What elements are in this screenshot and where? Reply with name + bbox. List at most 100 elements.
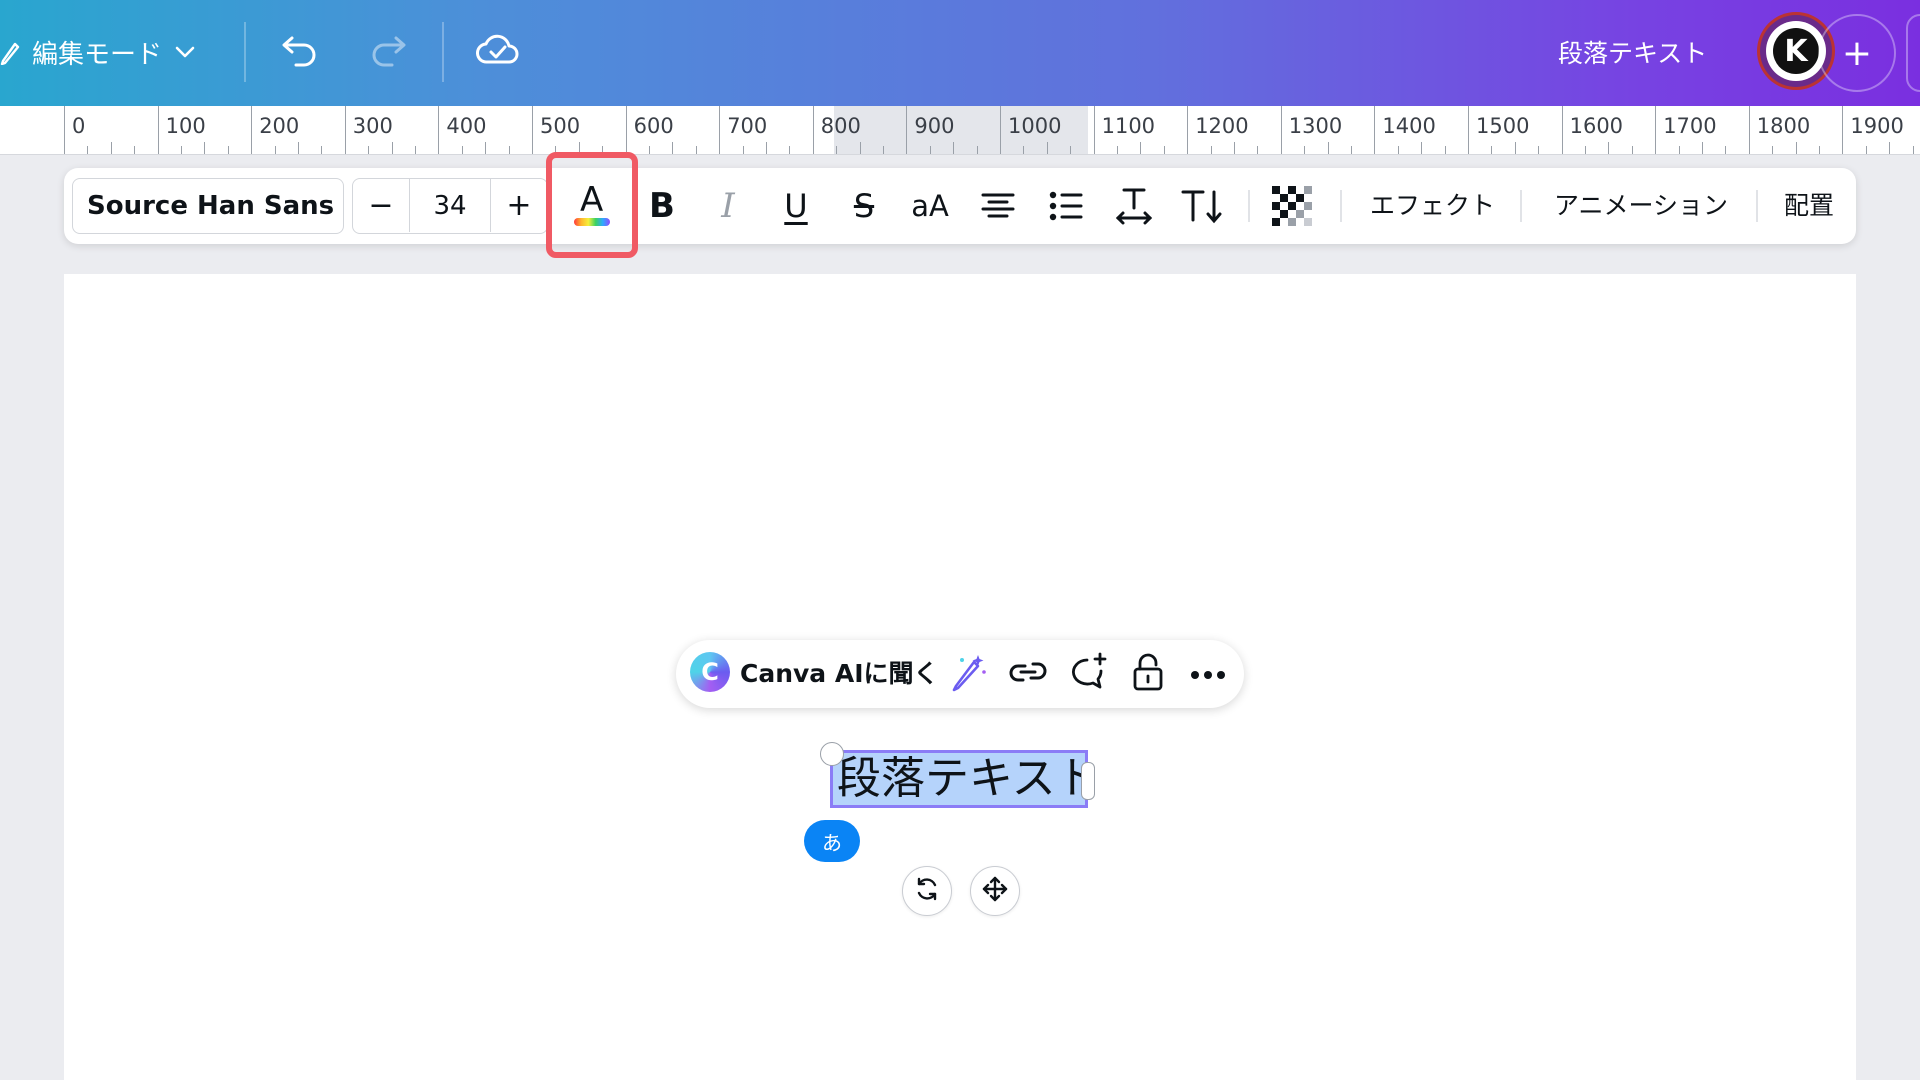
ruler-label: 600	[633, 114, 674, 138]
strikethrough-button[interactable]: S	[836, 178, 892, 234]
link-icon	[1007, 657, 1049, 691]
font-size-stepper: − 34 +	[352, 178, 548, 234]
ruler-minor-tick	[134, 146, 136, 154]
ruler-minor-tick	[227, 146, 229, 154]
top-bar: 編集モード 段落テキスト K +	[0, 0, 1920, 106]
divider	[1520, 190, 1522, 222]
align-center-button[interactable]	[970, 178, 1026, 234]
ruler-minor-tick	[1023, 146, 1025, 154]
bold-button[interactable]: B	[634, 178, 690, 234]
text-orientation-button[interactable]	[1174, 178, 1230, 234]
bullet-list-button[interactable]	[1038, 178, 1094, 234]
ruler-minor-tick	[1070, 146, 1072, 154]
animation-button[interactable]: アニメーション	[1554, 186, 1728, 222]
design-title[interactable]: 段落テキスト	[1558, 34, 1707, 70]
ruler-minor-tick	[695, 146, 697, 154]
font-size-increase-button[interactable]: +	[491, 179, 547, 232]
ruler-minor-tick	[1351, 146, 1352, 154]
resize-handle-side[interactable]	[1081, 762, 1095, 800]
add-collaborator-button[interactable]: +	[1818, 14, 1896, 92]
ruler-minor-tick	[274, 146, 276, 154]
ruler-minor-tick	[415, 146, 416, 154]
ruler-minor-tick	[953, 142, 955, 154]
letter-case-button[interactable]: aA	[902, 178, 958, 234]
rotate-icon	[913, 875, 941, 907]
canva-ai-logo-icon: C	[690, 652, 730, 692]
ruler-minor-tick	[1397, 146, 1399, 154]
ruler-label: 900	[914, 114, 955, 138]
resize-handle-corner[interactable]	[820, 742, 844, 766]
ruler-minor-tick	[1444, 146, 1446, 154]
ruler-minor-tick	[1772, 146, 1774, 154]
italic-button[interactable]: I	[700, 178, 756, 234]
ruler-minor-tick	[391, 142, 393, 154]
ruler-label: 100	[165, 114, 206, 138]
ruler-major-tick	[719, 106, 721, 154]
save-status-button[interactable]	[472, 26, 524, 78]
transparency-button[interactable]	[1264, 178, 1320, 234]
divider	[244, 22, 246, 82]
ruler-minor-tick	[1514, 142, 1516, 154]
ruler-major-tick	[906, 106, 908, 154]
redo-button[interactable]	[364, 28, 412, 76]
ruler-minor-tick	[485, 142, 487, 154]
element-context-menu: C Canva AIに聞く	[676, 640, 1244, 708]
selected-text-content[interactable]: 段落テキスト	[837, 753, 1100, 804]
divider	[442, 22, 444, 82]
more-icon	[1190, 665, 1226, 684]
move-icon	[981, 875, 1009, 907]
ruler-minor-tick	[883, 146, 884, 154]
ruler-major-tick	[344, 106, 346, 154]
ruler-major-tick	[1093, 106, 1095, 154]
avatar-ring: K	[1766, 21, 1826, 81]
font-size-input[interactable]: 34	[409, 179, 491, 232]
ruler-label: 1700	[1663, 114, 1717, 138]
undo-button[interactable]	[276, 28, 324, 76]
text-color-highlight-annotation	[546, 152, 638, 258]
font-family-selector[interactable]: Source Han Sans ...	[72, 178, 344, 234]
ruler-label: 300	[352, 114, 393, 138]
horizontal-ruler: 0 100 200 300 400 500 600 700 800 900 1000 1100 1200…	[0, 106, 1920, 155]
ruler-minor-tick	[1678, 146, 1680, 154]
ruler-minor-tick	[508, 146, 510, 154]
font-size-decrease-button[interactable]: −	[353, 179, 409, 232]
ruler-major-tick	[812, 106, 814, 154]
divider	[1340, 190, 1342, 222]
ruler-minor-tick	[1117, 146, 1118, 154]
edit-mode-dropdown[interactable]: 編集モード	[0, 28, 198, 76]
share-button-edge[interactable]	[1906, 14, 1920, 92]
ruler-minor-tick	[1140, 142, 1142, 154]
ruler-major-tick	[1187, 106, 1189, 154]
comment-add-icon	[1067, 652, 1109, 696]
ruler-major-tick	[1280, 106, 1282, 154]
letter-spacing-button[interactable]	[1106, 178, 1162, 234]
selected-text-element[interactable]: 段落テキスト	[830, 750, 1100, 808]
rotate-button[interactable]	[902, 866, 952, 916]
ruler-minor-tick	[461, 146, 463, 154]
ruler-minor-tick	[1889, 142, 1891, 154]
ruler-major-tick	[1748, 106, 1750, 154]
ruler-label: 800	[820, 114, 861, 138]
ruler-label: 1200	[1195, 114, 1249, 138]
ruler-minor-tick	[1795, 142, 1797, 154]
lock-button[interactable]	[1124, 650, 1172, 698]
ruler-minor-tick	[836, 146, 838, 154]
ruler-major-tick	[157, 106, 159, 154]
position-button[interactable]: 配置	[1784, 186, 1834, 222]
ruler-minor-tick	[742, 146, 744, 154]
effects-button[interactable]: エフェクト	[1370, 186, 1495, 222]
pencil-icon	[0, 39, 22, 65]
ask-canva-ai-button[interactable]: C Canva AIに聞く	[690, 652, 939, 692]
move-button[interactable]	[970, 866, 1020, 916]
magic-edit-button[interactable]	[944, 650, 992, 698]
link-button[interactable]	[1004, 650, 1052, 698]
ruler-major-tick	[1561, 106, 1563, 154]
bullet-list-icon	[1048, 190, 1084, 222]
more-options-button[interactable]	[1184, 650, 1232, 698]
ruler-label: 1300	[1288, 114, 1343, 138]
ruler-label: 1400	[1382, 114, 1436, 138]
underline-button[interactable]: U	[768, 178, 824, 234]
ruler-label: 1900	[1850, 114, 1904, 138]
ruler-minor-tick	[181, 146, 182, 154]
add-comment-button[interactable]	[1064, 650, 1112, 698]
